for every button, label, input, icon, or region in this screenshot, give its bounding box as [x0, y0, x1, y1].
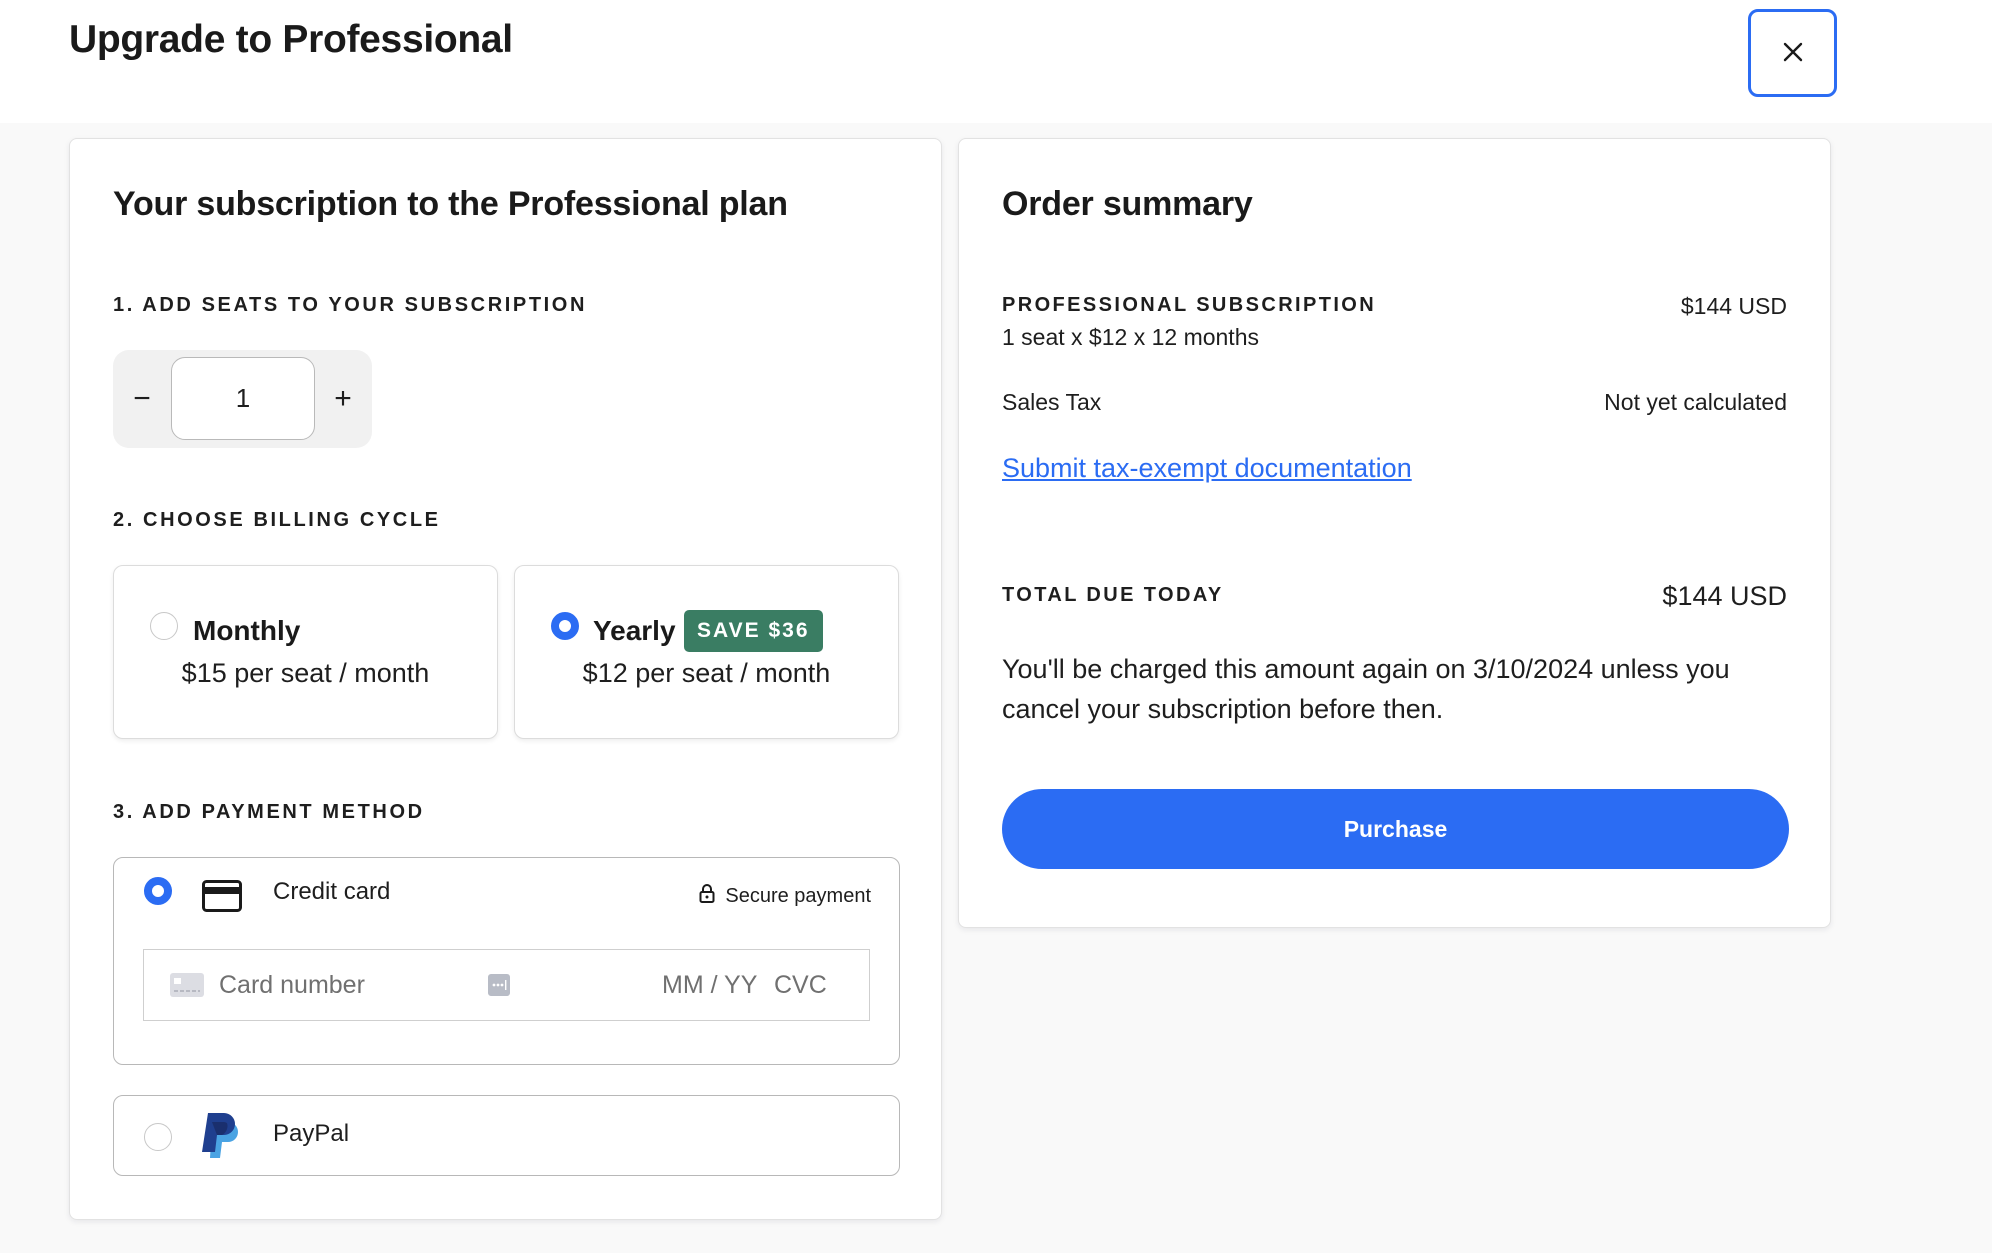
payment-method-credit-card[interactable]: Credit card Secure payment Card number M…: [113, 857, 900, 1065]
plus-icon: +: [334, 382, 352, 415]
credit-card-icon: [202, 880, 242, 917]
order-summary-title: Order summary: [1002, 185, 1253, 223]
secure-payment-indicator: Secure payment: [699, 883, 871, 909]
payment-method-paypal[interactable]: PayPal: [113, 1095, 900, 1176]
page-title: Upgrade to Professional: [69, 18, 513, 61]
seats-quantity-input[interactable]: [171, 357, 315, 440]
subscription-title: Your subscription to the Professional pl…: [113, 185, 788, 223]
seats-stepper: − +: [113, 350, 372, 448]
billing-option-monthly[interactable]: Monthly $15 per seat / month: [113, 565, 498, 739]
cvc-placeholder[interactable]: CVC: [774, 971, 827, 1000]
purchase-button[interactable]: Purchase: [1002, 789, 1789, 869]
billing-option-name: Yearly: [593, 615, 676, 646]
save-badge: SAVE $36: [684, 610, 823, 652]
payment-section-label: 3. ADD PAYMENT METHOD: [113, 801, 425, 823]
subscription-card: Your subscription to the Professional pl…: [69, 138, 942, 1220]
line-item-amount: $144 USD: [1680, 293, 1787, 319]
card-number-placeholder[interactable]: Card number: [219, 971, 365, 1000]
lock-icon: [699, 883, 715, 909]
yearly-radio[interactable]: [551, 612, 579, 640]
sales-tax-value: Not yet calculated: [1604, 389, 1787, 415]
minus-icon: −: [133, 382, 151, 415]
billing-option-name: Monthly: [193, 615, 301, 646]
expiry-placeholder[interactable]: MM / YY: [662, 971, 757, 1000]
secure-payment-label: Secure payment: [725, 884, 871, 907]
paypal-radio[interactable]: [144, 1123, 172, 1151]
billing-option-price: $15 per seat / month: [181, 658, 430, 688]
tax-exempt-link[interactable]: Submit tax-exempt documentation: [1002, 453, 1412, 484]
modal-header: Upgrade to Professional: [0, 0, 1992, 123]
paypal-logo-icon: [200, 1112, 242, 1165]
total-due-label: TOTAL DUE TODAY: [1002, 584, 1224, 606]
credit-card-label: Credit card: [273, 878, 391, 905]
close-icon: [1782, 41, 1804, 66]
billing-option-yearly[interactable]: Yearly SAVE $36 $12 per seat / month: [514, 565, 899, 739]
card-brand-icon: [170, 973, 204, 1002]
renewal-note: You'll be charged this amount again on 3…: [1002, 654, 1730, 724]
increment-seats-button[interactable]: +: [314, 350, 372, 448]
autofill-icon[interactable]: [488, 974, 510, 1001]
billing-section-label: 2. CHOOSE BILLING CYCLE: [113, 509, 441, 531]
card-details-input[interactable]: Card number MM / YY CVC: [143, 949, 870, 1021]
paypal-label: PayPal: [273, 1120, 350, 1147]
sales-tax-label: Sales Tax: [1002, 389, 1102, 415]
billing-option-price: $12 per seat / month: [582, 658, 831, 688]
order-summary-card: Order summary PROFESSIONAL SUBSCRIPTION …: [958, 138, 1831, 928]
line-item-label: PROFESSIONAL SUBSCRIPTION: [1002, 294, 1377, 316]
close-button[interactable]: [1748, 9, 1837, 97]
seats-section-label: 1. ADD SEATS TO YOUR SUBSCRIPTION: [113, 294, 588, 316]
line-item-detail: 1 seat x $12 x 12 months: [1002, 324, 1259, 350]
monthly-radio[interactable]: [150, 612, 178, 640]
total-due-amount: $144 USD: [1662, 581, 1787, 611]
decrement-seats-button[interactable]: −: [113, 350, 171, 448]
credit-card-radio[interactable]: [144, 877, 172, 905]
